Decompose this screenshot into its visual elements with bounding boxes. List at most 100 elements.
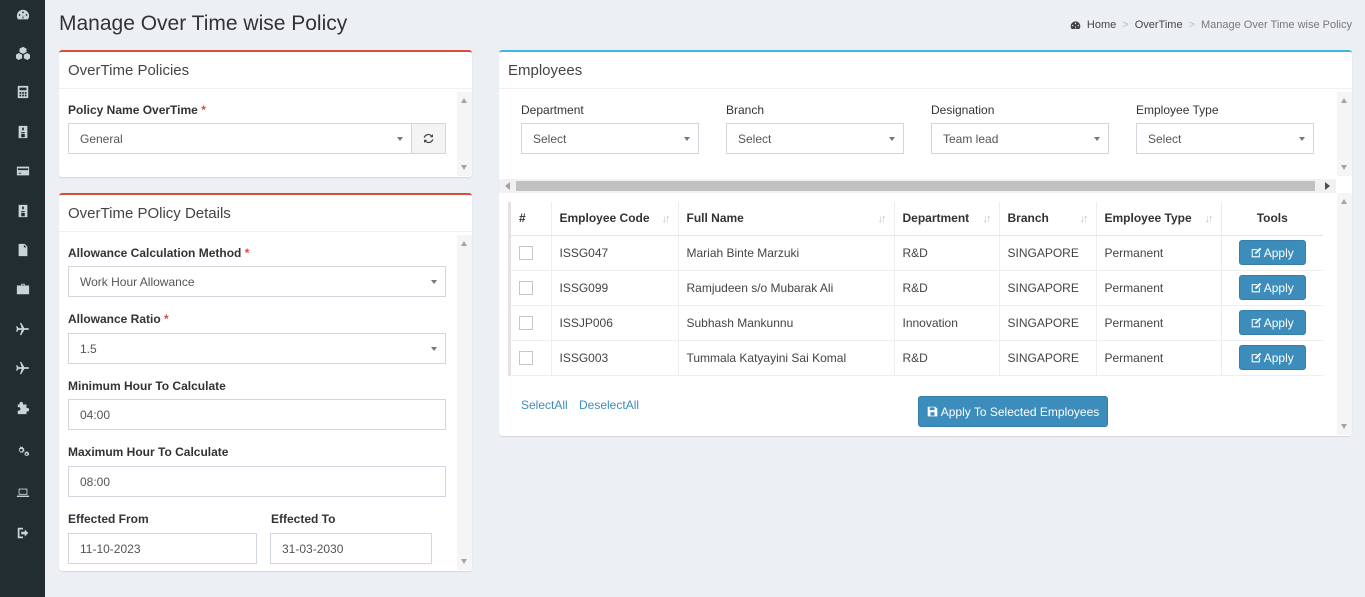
allowance-method-select[interactable]: Work Hour Allowance [68, 266, 446, 297]
vertical-scrollbar[interactable] [457, 235, 472, 570]
panel-title: OverTime POlicy Details [59, 195, 472, 232]
sort-icon: ↓↑ [1079, 213, 1089, 225]
table-header-row: # Employee Code ↓↑ Full Name ↓↑ Department… [511, 202, 1323, 236]
apply-button[interactable]: Apply [1238, 345, 1306, 370]
allowance-ratio-select[interactable]: 1.5 [68, 333, 446, 364]
employees-panel: Employees Department Select Branch Selec… [499, 50, 1352, 436]
employee-type-cell: Permanent [1096, 305, 1222, 341]
vertical-scrollbar[interactable] [1337, 193, 1352, 435]
column-header-employee-code[interactable]: Employee Code ↓↑ [551, 202, 679, 236]
row-checkbox[interactable] [519, 350, 533, 365]
row-checkbox[interactable] [519, 245, 533, 260]
min-hour-label: Minimum Hour To Calculate [68, 379, 226, 393]
full-name-cell: Subhash Mankunnu [678, 305, 895, 341]
edit-icon [1251, 282, 1262, 293]
cogs-icon[interactable] [0, 436, 45, 466]
vertical-scrollbar[interactable] [1337, 92, 1352, 176]
plane-icon[interactable] [0, 314, 45, 344]
employee-type-select[interactable]: Select [1136, 123, 1314, 154]
apply-button[interactable]: Apply [1238, 275, 1306, 300]
effected-to-label: Effected To [271, 512, 336, 526]
full-name-cell: Tummala Katyayini Sai Komal [678, 340, 895, 376]
full-name-cell: Ramjudeen s/o Mubarak Ali [678, 270, 895, 306]
id-card-icon[interactable] [0, 117, 45, 147]
row-checkbox[interactable] [519, 280, 533, 295]
max-hour-label: Maximum Hour To Calculate [68, 445, 229, 459]
horizontal-scrollbar[interactable] [499, 179, 1336, 193]
edit-icon [1251, 247, 1262, 258]
effected-to-value: 31-03-2030 [282, 541, 344, 556]
effected-from-input[interactable]: 11-10-2023 [68, 533, 257, 564]
sort-icon: ↓↑ [1204, 213, 1214, 225]
branch-cell: SINGAPORE [999, 340, 1097, 376]
column-header-full-name[interactable]: Full Name ↓↑ [678, 202, 895, 236]
branch-cell: SINGAPORE [999, 270, 1097, 306]
credit-card-icon[interactable] [0, 156, 45, 186]
apply-button[interactable]: Apply [1238, 240, 1306, 265]
select-all-link[interactable]: SelectAll [521, 398, 568, 412]
employee-code-cell: ISSG099 [551, 270, 679, 306]
laptop-icon[interactable] [0, 478, 45, 508]
file-icon[interactable] [0, 235, 45, 265]
employee-type-label: Employee Type [1136, 103, 1219, 117]
apply-to-selected-button[interactable]: Apply To Selected Employees [918, 396, 1108, 427]
branch-select[interactable]: Select [726, 123, 904, 154]
briefcase-icon[interactable] [0, 274, 45, 304]
overtime-policy-details-panel: OverTime POlicy Details Allowance Calcul… [59, 193, 472, 571]
apply-button[interactable]: Apply [1238, 310, 1306, 335]
employee-code-cell: ISSG047 [551, 235, 679, 271]
max-hour-value: 08:00 [80, 474, 111, 489]
chevron-down-icon [1299, 137, 1305, 141]
edit-icon [1251, 317, 1262, 328]
allowance-ratio-value: 1.5 [80, 341, 97, 356]
effected-from-label: Effected From [68, 512, 149, 526]
department-value: Select [533, 131, 567, 146]
chevron-down-icon [431, 280, 437, 284]
designation-select[interactable]: Team lead [931, 123, 1109, 154]
breadcrumb-separator: > [1122, 19, 1129, 31]
column-header-tools: Tools [1221, 202, 1323, 236]
branch-cell: SINGAPORE [999, 305, 1097, 341]
full-name-cell: Mariah Binte Marzuki [678, 235, 895, 271]
deselect-all-link[interactable]: DeselectAll [579, 398, 639, 412]
table-row: ISSG047 Mariah Binte Marzuki R&D SINGAPO… [511, 235, 1323, 271]
puzzle-icon[interactable] [0, 393, 45, 423]
chevron-down-icon [684, 137, 690, 141]
branch-value: Select [738, 131, 772, 146]
min-hour-value: 04:00 [80, 407, 111, 422]
department-select[interactable]: Select [521, 123, 699, 154]
effected-to-input[interactable]: 31-03-2030 [270, 533, 432, 564]
vertical-scrollbar[interactable] [457, 92, 472, 176]
sidebar [0, 0, 45, 597]
employees-table-container: # Employee Code ↓↑ Full Name ↓↑ Department… [508, 202, 1323, 376]
plane-icon[interactable] [0, 353, 45, 383]
breadcrumb-overtime-link[interactable]: OverTime [1135, 19, 1183, 31]
table-row: ISSG003 Tummala Katyayini Sai Komal R&D … [511, 340, 1323, 376]
refresh-button[interactable] [411, 123, 446, 154]
breadcrumb-current: Manage Over Time wise Policy [1201, 19, 1352, 31]
id-badge-icon[interactable] [0, 196, 45, 226]
sort-icon: ↓↑ [661, 213, 671, 225]
column-header-employee-type[interactable]: Employee Type ↓↑ [1096, 202, 1222, 236]
designation-value: Team lead [943, 131, 999, 146]
employee-type-cell: Permanent [1096, 270, 1222, 306]
table-row: ISSG099 Ramjudeen s/o Mubarak Ali R&D SI… [511, 270, 1323, 306]
sign-out-icon[interactable] [0, 518, 45, 548]
refresh-icon [423, 133, 434, 144]
panel-title: OverTime Policies [59, 52, 472, 89]
department-cell: R&D [894, 340, 1000, 376]
employee-type-value: Select [1148, 131, 1182, 146]
row-checkbox[interactable] [519, 315, 533, 330]
column-header-branch[interactable]: Branch ↓↑ [999, 202, 1097, 236]
policy-name-select[interactable]: General [68, 123, 412, 154]
department-cell: Innovation [894, 305, 1000, 341]
dashboard-icon[interactable] [0, 0, 45, 30]
calculator-icon[interactable] [0, 77, 45, 107]
max-hour-input[interactable]: 08:00 [68, 466, 446, 497]
min-hour-input[interactable]: 04:00 [68, 399, 446, 430]
cubes-icon[interactable] [0, 38, 45, 68]
column-header-department[interactable]: Department ↓↑ [894, 202, 1000, 236]
breadcrumb-home-link[interactable]: Home [1087, 19, 1116, 31]
chevron-down-icon [397, 137, 403, 141]
save-icon [927, 406, 938, 417]
